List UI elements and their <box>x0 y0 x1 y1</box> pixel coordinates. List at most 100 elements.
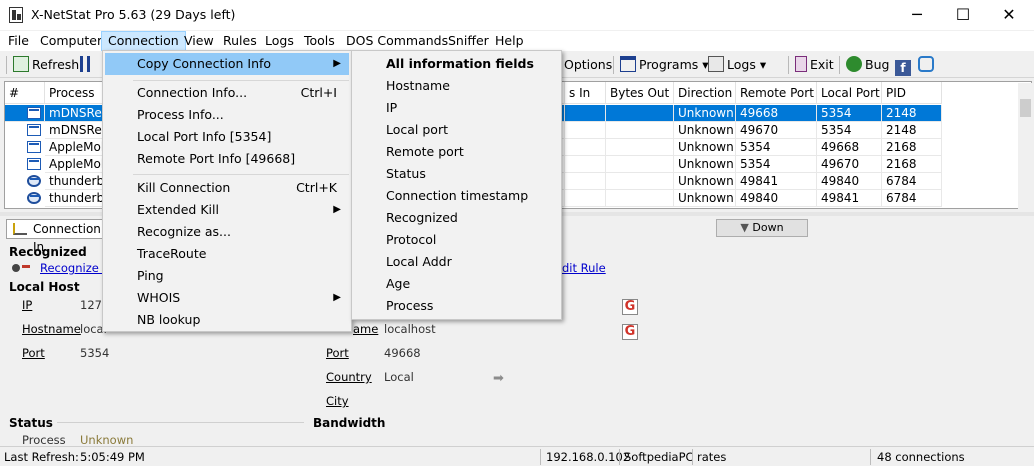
menu-file[interactable]: File <box>2 31 35 51</box>
submenu-item-all-fields[interactable]: All information fields <box>354 53 559 75</box>
submenu-item-remote-port[interactable]: Remote port <box>354 141 559 163</box>
pause-button[interactable] <box>80 55 93 75</box>
menu-item-label: Remote Port Info [49668] <box>137 151 296 166</box>
title-bar: X-NetStat Pro 5.63 (29 Days left) ─ ☐ ✕ <box>0 0 1034 30</box>
last-refresh-label: Last Refresh: <box>4 450 79 464</box>
facebook-button[interactable]: f <box>895 55 914 76</box>
process-icon <box>27 141 41 153</box>
local-port-cell: 5354 <box>817 105 882 122</box>
local-port-cell: 49840 <box>817 173 882 190</box>
minimize-button[interactable]: ─ <box>894 0 940 30</box>
menu-item-recognize-as[interactable]: Recognize as... <box>105 221 349 243</box>
programs-button[interactable]: Programs ▾ <box>620 55 709 75</box>
submenu-item-age[interactable]: Age <box>354 273 559 295</box>
menu-item-ping[interactable]: Ping <box>105 265 349 287</box>
arrow-right-icon[interactable]: ➡ <box>493 371 504 386</box>
google-icon[interactable]: G <box>622 324 638 340</box>
process-icon <box>27 158 41 170</box>
menu-logs[interactable]: Logs <box>259 31 300 51</box>
table-scrollbar[interactable] <box>1018 83 1033 209</box>
options-label: Options <box>564 57 613 72</box>
menu-computer[interactable]: Computer <box>34 31 108 51</box>
city-label[interactable]: City <box>326 394 349 408</box>
menu-item-label: Copy Connection Info <box>137 56 272 71</box>
header-index[interactable]: # <box>5 82 45 104</box>
menu-dos-commands[interactable]: DOS Commands <box>340 31 454 51</box>
menu-item-local-port-info[interactable]: Local Port Info [5354] <box>105 126 349 148</box>
menu-sniffer[interactable]: Sniffer <box>442 31 495 51</box>
menu-item-remote-port-info[interactable]: Remote Port Info [49668] <box>105 148 349 170</box>
window-title: X-NetStat Pro 5.63 (29 Days left) <box>31 7 236 22</box>
bytes-in-cell <box>565 122 606 139</box>
header-direction[interactable]: Direction <box>674 82 736 104</box>
header-pid[interactable]: PID <box>882 82 942 104</box>
maximize-button[interactable]: ☐ <box>940 0 986 30</box>
google-icon[interactable]: G <box>622 299 638 315</box>
bug-icon <box>846 56 862 72</box>
menu-item-traceroute[interactable]: TraceRoute <box>105 243 349 265</box>
options-button[interactable]: Options <box>564 55 612 75</box>
logs-button[interactable]: Logs ▾ <box>708 55 766 75</box>
submenu-item-local-port[interactable]: Local port <box>354 119 559 141</box>
close-button[interactable]: ✕ <box>986 0 1032 30</box>
scroll-thumb[interactable] <box>1020 99 1031 117</box>
country-label[interactable]: Country <box>326 370 372 384</box>
refresh-label: Refresh <box>32 57 80 72</box>
exit-button[interactable]: Exit <box>795 55 834 75</box>
header-local-port[interactable]: Local Port <box>817 82 882 104</box>
logs-label: Logs <box>727 57 756 72</box>
remote-port-cell: 49840 <box>736 190 817 207</box>
status-connections: 48 connections <box>877 450 965 464</box>
submenu-item-connection-timestamp[interactable]: Connection timestamp <box>354 185 559 207</box>
submenu-item-protocol[interactable]: Protocol <box>354 229 559 251</box>
submenu-item-ip[interactable]: IP <box>354 97 559 119</box>
local-host-header: Local Host <box>9 280 80 294</box>
bytes-in-cell <box>565 139 606 156</box>
menu-item-extended-kill[interactable]: Extended Kill ▶ <box>105 199 349 221</box>
edit-rule-link[interactable]: dit Rule <box>562 261 606 275</box>
bytes-in-cell <box>565 190 606 207</box>
header-bytes-out[interactable]: Bytes Out <box>606 82 674 104</box>
menu-rules[interactable]: Rules <box>217 31 263 51</box>
menu-help[interactable]: Help <box>489 31 530 51</box>
down-button[interactable]: ▼ Down <box>716 219 808 237</box>
local-port-cell: 49670 <box>817 156 882 173</box>
hostname-label[interactable]: Hostname <box>22 322 81 336</box>
submenu-item-local-addr[interactable]: Local Addr <box>354 251 559 273</box>
header-remote-port[interactable]: Remote Port <box>736 82 817 104</box>
menu-item-process-info[interactable]: Process Info... <box>105 104 349 126</box>
chat-button[interactable] <box>918 55 937 75</box>
menu-tools[interactable]: Tools <box>298 31 341 51</box>
process-status-value: Unknown <box>80 433 134 447</box>
port-label[interactable]: Port <box>22 346 45 360</box>
ip-label[interactable]: IP <box>22 298 32 312</box>
refresh-button[interactable]: Refresh <box>13 55 79 75</box>
menu-item-label: WHOIS <box>137 290 181 305</box>
menu-item-nb-lookup[interactable]: NB lookup <box>105 309 349 331</box>
remote-hostname-label[interactable]: ame <box>353 322 378 336</box>
status-separator <box>692 449 693 465</box>
submenu-item-hostname[interactable]: Hostname <box>354 75 559 97</box>
header-bytes-in[interactable]: s In <box>565 82 606 104</box>
submenu-item-status[interactable]: Status <box>354 163 559 185</box>
menu-item-kill-connection[interactable]: Kill Connection Ctrl+K <box>105 177 349 199</box>
bytes-out-cell <box>606 122 674 139</box>
recognize-icon <box>12 261 34 275</box>
remote-port-label[interactable]: Port <box>326 346 349 360</box>
menu-view[interactable]: View <box>178 31 220 51</box>
submenu-item-recognized[interactable]: Recognized <box>354 207 559 229</box>
tab-connection-info[interactable]: Connection In <box>6 219 110 254</box>
menu-item-connection-info[interactable]: Connection Info... Ctrl+I <box>105 82 349 104</box>
remote-hostname-value: localhost <box>384 322 436 336</box>
submenu-item-process[interactable]: Process <box>354 295 559 317</box>
bug-button[interactable]: Bug <box>846 55 889 75</box>
bytes-in-cell <box>565 156 606 173</box>
menu-item-copy-connection-info[interactable]: Copy Connection Info ▶ <box>105 53 349 75</box>
menu-connection[interactable]: Connection <box>101 31 186 51</box>
toolbar-separator <box>839 56 840 74</box>
menu-item-label: NB lookup <box>137 312 201 327</box>
direction-cell: Unknown <box>674 139 736 156</box>
local-port-cell: 5354 <box>817 122 882 139</box>
menu-item-whois[interactable]: WHOIS ▶ <box>105 287 349 309</box>
bytes-out-cell <box>606 190 674 207</box>
